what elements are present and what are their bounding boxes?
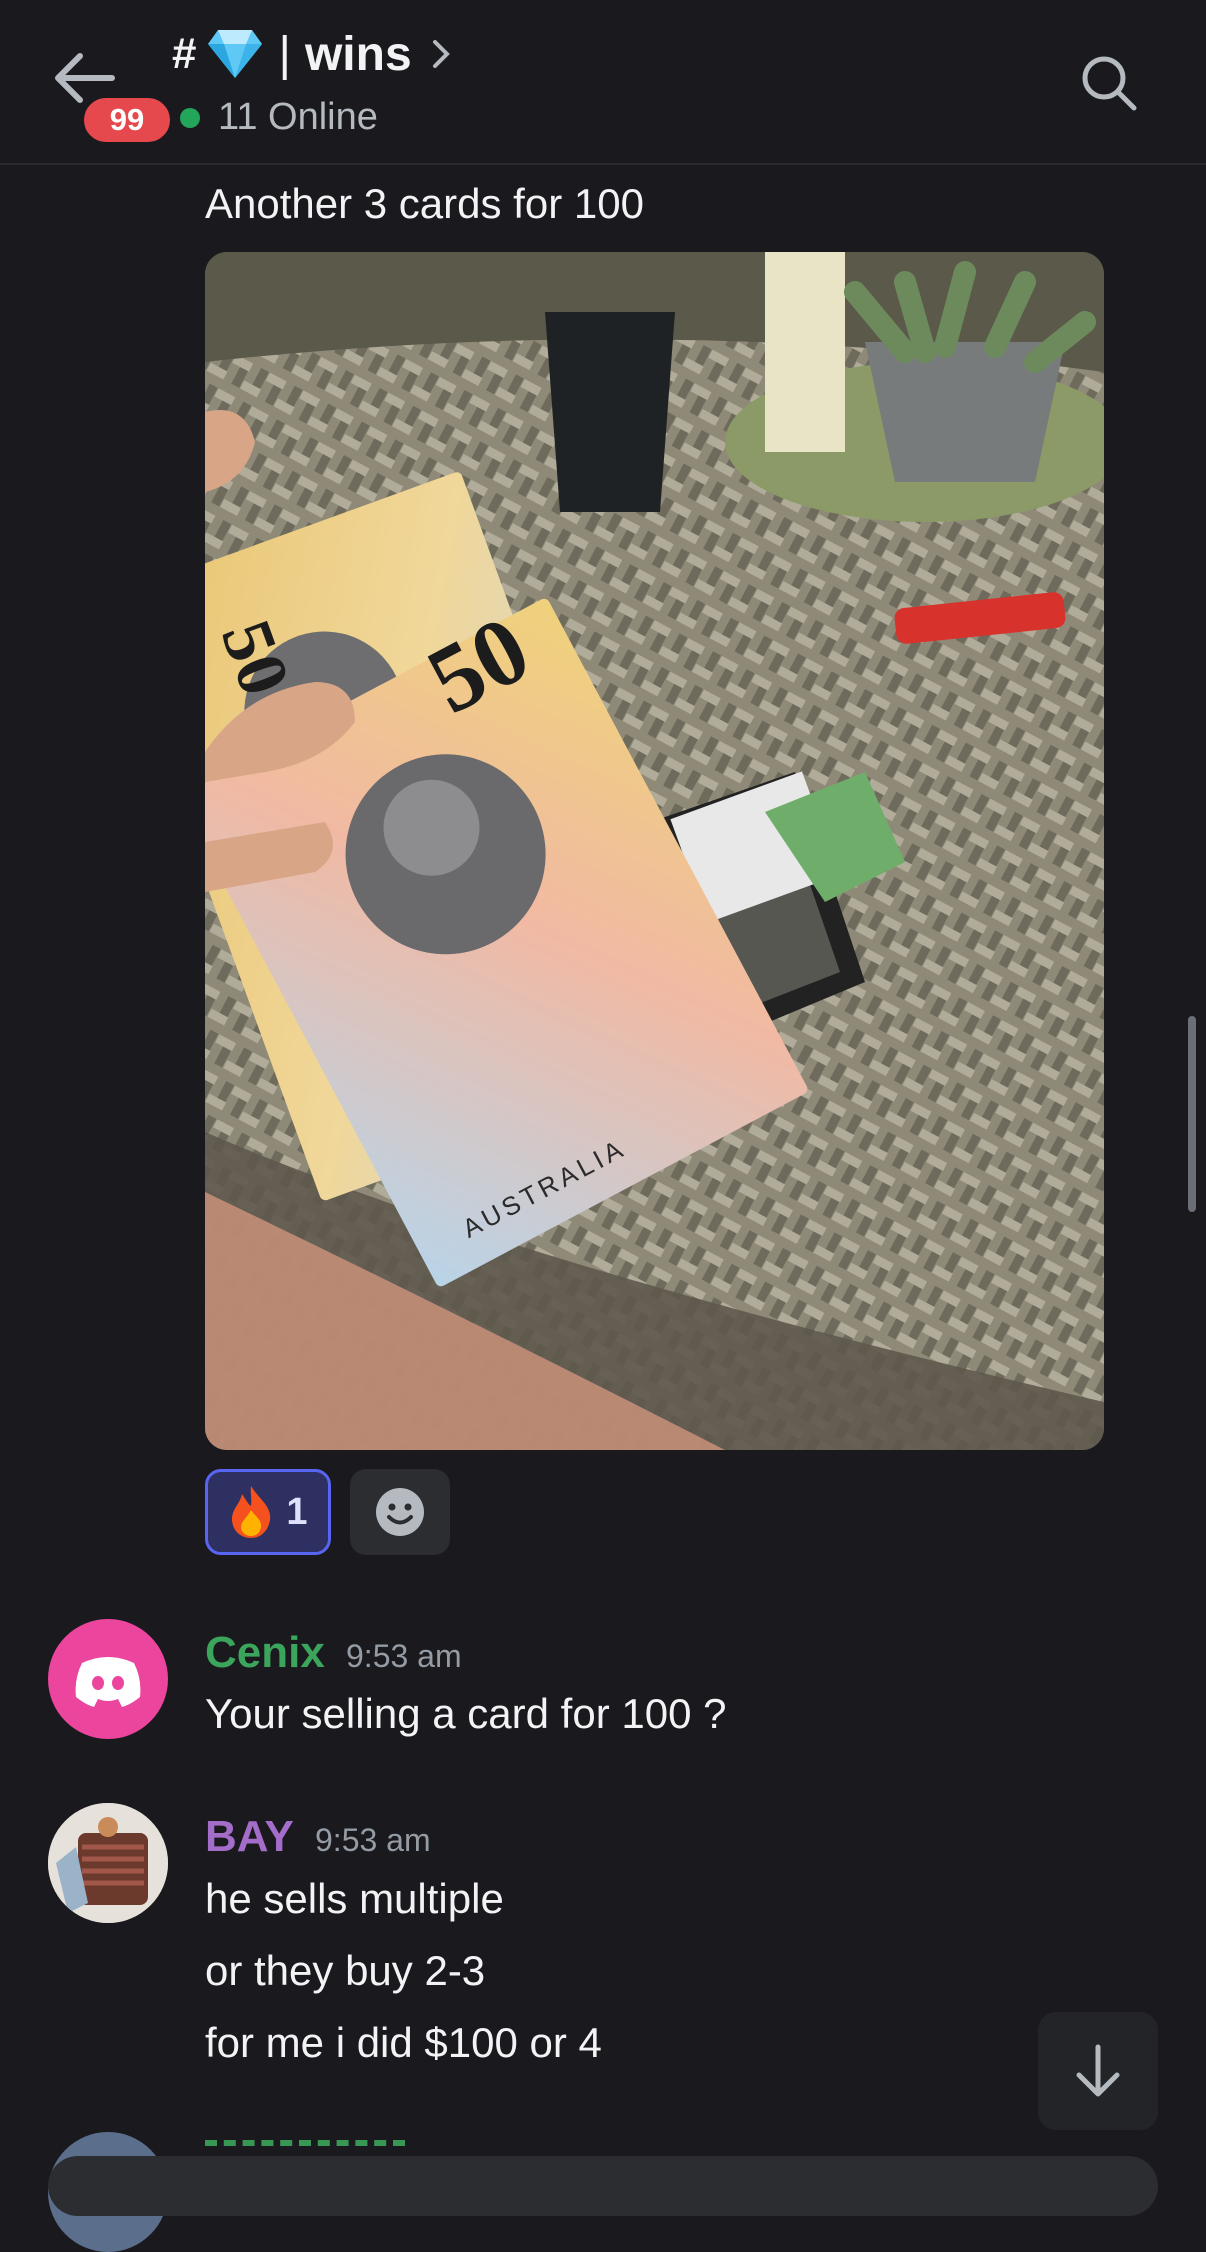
message-text: he sells multiple [205, 1875, 504, 1922]
author-name[interactable]: BAY [205, 1812, 294, 1862]
reaction-fire[interactable]: 1 [205, 1469, 331, 1555]
message-text: or they buy 2-3 [205, 1947, 486, 1994]
jump-to-latest-button[interactable] [1038, 2012, 1158, 2130]
avatar-image [48, 1803, 168, 1923]
online-count: 11 Online [218, 96, 378, 138]
fire-icon [232, 1486, 271, 1538]
online-status: 11 Online [180, 96, 378, 139]
search-icon[interactable] [1080, 54, 1138, 112]
channel-title[interactable]: # | wins [172, 22, 452, 86]
arrow-down-icon [1076, 2044, 1120, 2097]
gem-icon [208, 30, 263, 78]
scrollbar-thumb[interactable] [1188, 1016, 1196, 1212]
discord-logo-icon [75, 1657, 141, 1707]
online-dot-icon [180, 107, 200, 128]
unread-badge: 99 [80, 94, 174, 146]
channel-header: 99 # | wins 11 Online [0, 0, 1206, 165]
photo-banknotes-on-table: 50 50 AUSTRALIA [205, 252, 1104, 1450]
channel-name: wins [304, 27, 412, 81]
message-input-bar[interactable] [48, 2156, 1158, 2216]
add-reaction-button[interactable] [350, 1469, 450, 1555]
message-text: Your selling a card for 100 ? [205, 1690, 727, 1737]
chevron-right-icon [432, 40, 450, 68]
message-timestamp: 9:53 am [346, 1638, 462, 1674]
channel-hash-icon: # [172, 29, 197, 78]
message-timestamp: 9:53 am [315, 1822, 431, 1858]
reaction-count: 1 [286, 1490, 308, 1533]
message-text: for me i did $100 or 4 [205, 2019, 602, 2066]
author-name[interactable]: Cenix [205, 1628, 325, 1678]
avatar[interactable] [48, 1619, 168, 1739]
smiley-icon [376, 1488, 424, 1536]
avatar[interactable] [48, 1803, 168, 1923]
message-text: Another 3 cards for 100 [205, 180, 644, 227]
image-attachment[interactable]: 50 50 AUSTRALIA [205, 252, 1104, 1450]
title-separator: | [278, 27, 291, 81]
